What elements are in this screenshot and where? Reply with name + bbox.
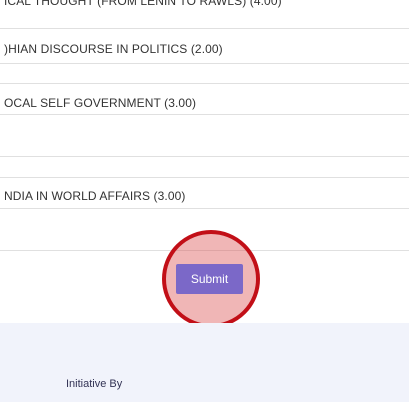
course-selection-page: ICAL THOUGHT (FROM LENIN TO RAWLS) (4.00… [0,0,409,402]
course-row: OCAL SELF GOVERNMENT (3.00) [0,84,409,115]
course-label: )HIAN DISCOURSE IN POLITICS (2.00) [4,42,223,56]
empty-row [0,64,409,84]
footer: Initiative By [0,323,409,402]
course-label: ICAL THOUGHT (FROM LENIN TO RAWLS) (4.00… [4,0,282,8]
empty-row [0,157,409,178]
course-row: ICAL THOUGHT (FROM LENIN TO RAWLS) (4.00… [0,0,409,29]
course-label: OCAL SELF GOVERNMENT (3.00) [4,96,197,110]
course-row: NDIA IN WORLD AFFAIRS (3.00) [0,178,409,209]
empty-row [0,115,409,157]
initiative-by-label: Initiative By [66,378,123,390]
course-label: NDIA IN WORLD AFFAIRS (3.00) [4,189,186,203]
submit-button[interactable]: Submit [176,264,243,294]
course-row: )HIAN DISCOURSE IN POLITICS (2.00) [0,29,409,64]
